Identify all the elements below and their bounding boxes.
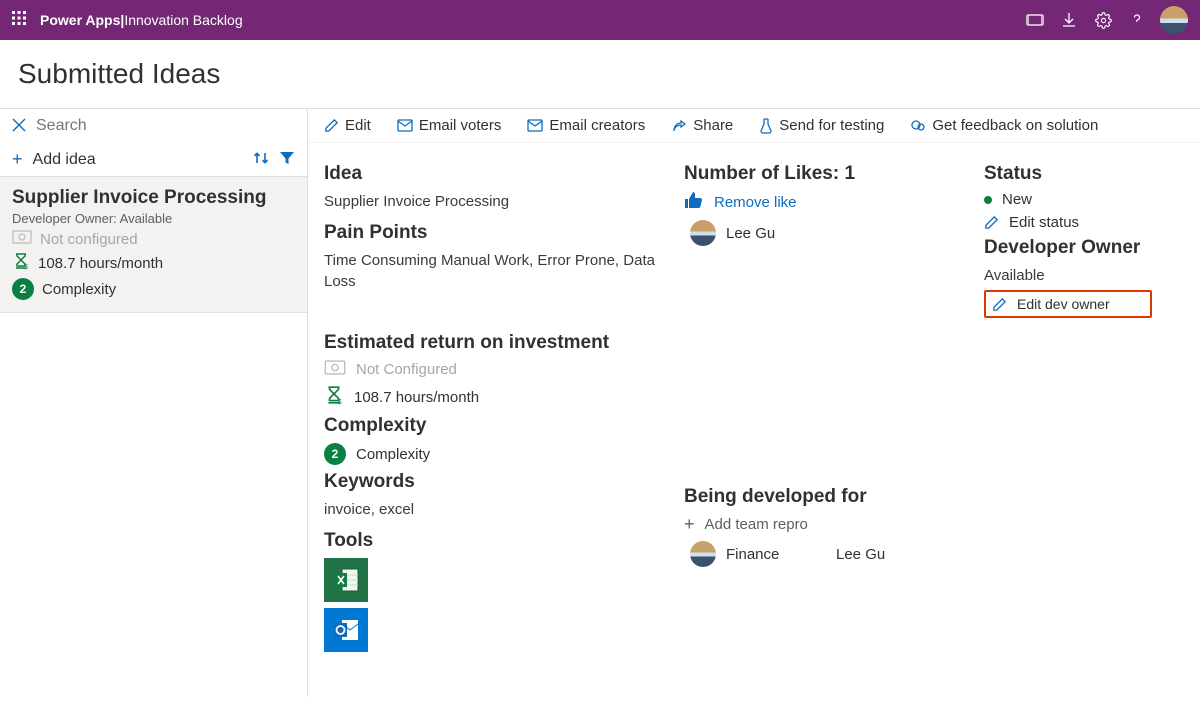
edit-status-button[interactable]: Edit status — [984, 214, 1184, 231]
complexity-heading: Complexity — [324, 415, 664, 437]
idea-card[interactable]: Supplier Invoice Processing Developer Ow… — [0, 177, 307, 313]
email-creators-label: Email creators — [549, 117, 645, 134]
complexity-badge: 2 — [324, 443, 346, 465]
idea-card-not-configured: Not configured — [40, 231, 138, 248]
email-voters-label: Email voters — [419, 117, 502, 134]
money-icon — [12, 230, 32, 248]
detail-toolbar: Edit Email voters Email creators Share S… — [308, 109, 1200, 143]
excel-tile[interactable] — [324, 558, 368, 602]
dev-owner-heading: Developer Owner — [984, 237, 1184, 259]
filter-icon[interactable] — [279, 150, 295, 169]
download-icon[interactable] — [1052, 0, 1086, 40]
waffle-icon[interactable] — [12, 11, 26, 30]
liker-avatar — [690, 220, 716, 246]
get-feedback-button[interactable]: Get feedback on solution — [910, 117, 1098, 134]
status-value: New — [1002, 191, 1032, 208]
product-name: Power Apps — [40, 12, 120, 28]
money-icon — [324, 360, 346, 379]
svg-text:$: $ — [24, 264, 28, 270]
plus-icon[interactable]: + — [12, 149, 23, 170]
search-input[interactable] — [36, 117, 295, 135]
complexity-label: Complexity — [356, 446, 430, 463]
team-owner: Lee Gu — [836, 546, 885, 563]
fit-icon[interactable] — [1018, 0, 1052, 40]
add-team-label: Add team repro — [705, 516, 808, 533]
clear-icon[interactable] — [12, 118, 26, 135]
keywords-heading: Keywords — [324, 471, 664, 493]
edit-label: Edit — [345, 117, 371, 134]
idea-card-complexity: Complexity — [42, 281, 116, 298]
complexity-badge: 2 — [12, 278, 34, 300]
help-icon[interactable] — [1120, 0, 1154, 40]
keywords-value: invoice, excel — [324, 499, 664, 520]
share-button[interactable]: Share — [671, 117, 733, 134]
edit-button[interactable]: Edit — [324, 117, 371, 134]
roi-hours: 108.7 hours/month — [354, 389, 479, 406]
ideas-sidebar: + Add idea Supplier Invoice Processing D… — [0, 109, 308, 697]
idea-card-title: Supplier Invoice Processing — [12, 187, 295, 209]
add-idea-label[interactable]: Add idea — [33, 151, 243, 169]
team-avatar — [690, 541, 716, 567]
idea-title-value: Supplier Invoice Processing — [324, 191, 664, 212]
dev-for-heading: Being developed for — [684, 486, 964, 508]
plus-icon: + — [684, 514, 695, 535]
email-creators-button[interactable]: Email creators — [527, 117, 645, 134]
outlook-tile[interactable] — [324, 608, 368, 652]
status-dot-icon — [984, 196, 992, 204]
edit-dev-owner-button[interactable]: Edit dev owner — [984, 290, 1152, 318]
tools-heading: Tools — [324, 530, 664, 552]
app-header: Power Apps | Innovation Backlog — [0, 0, 1200, 40]
gear-icon[interactable] — [1086, 0, 1120, 40]
liker-name: Lee Gu — [726, 225, 775, 242]
status-heading: Status — [984, 163, 1184, 185]
detail-pane: Edit Email voters Email creators Share S… — [308, 109, 1200, 697]
get-feedback-label: Get feedback on solution — [932, 117, 1098, 134]
send-testing-label: Send for testing — [779, 117, 884, 134]
share-label: Share — [693, 117, 733, 134]
hourglass-icon: $ — [12, 252, 30, 274]
idea-heading: Idea — [324, 163, 664, 185]
dev-owner-value: Available — [984, 265, 1184, 286]
search-row[interactable] — [0, 109, 307, 143]
idea-card-owner: Developer Owner: Available — [12, 211, 295, 226]
add-team-button[interactable]: + Add team repro — [684, 514, 964, 535]
user-avatar[interactable] — [1160, 6, 1188, 34]
roi-heading: Estimated return on investment — [324, 332, 664, 354]
likes-heading: Number of Likes: 1 — [684, 163, 964, 185]
team-name: Finance — [726, 546, 826, 563]
send-testing-button[interactable]: Send for testing — [759, 117, 884, 134]
add-idea-row: + Add idea — [0, 143, 307, 177]
edit-dev-owner-label: Edit dev owner — [1017, 296, 1110, 312]
roi-not-configured: Not Configured — [356, 361, 457, 378]
svg-text:$: $ — [337, 397, 342, 405]
edit-status-label: Edit status — [1009, 214, 1079, 231]
app-name: Innovation Backlog — [124, 12, 242, 28]
remove-like-link[interactable]: Remove like — [714, 194, 797, 211]
email-voters-button[interactable]: Email voters — [397, 117, 502, 134]
pain-heading: Pain Points — [324, 222, 664, 244]
idea-card-hours: 108.7 hours/month — [38, 255, 163, 272]
pain-points-value: Time Consuming Manual Work, Error Prone,… — [324, 250, 664, 292]
sort-icon[interactable] — [253, 150, 269, 169]
hourglass-icon: $ — [324, 385, 344, 409]
page-title: Submitted Ideas — [0, 40, 1200, 108]
thumb-up-icon[interactable] — [684, 191, 704, 214]
